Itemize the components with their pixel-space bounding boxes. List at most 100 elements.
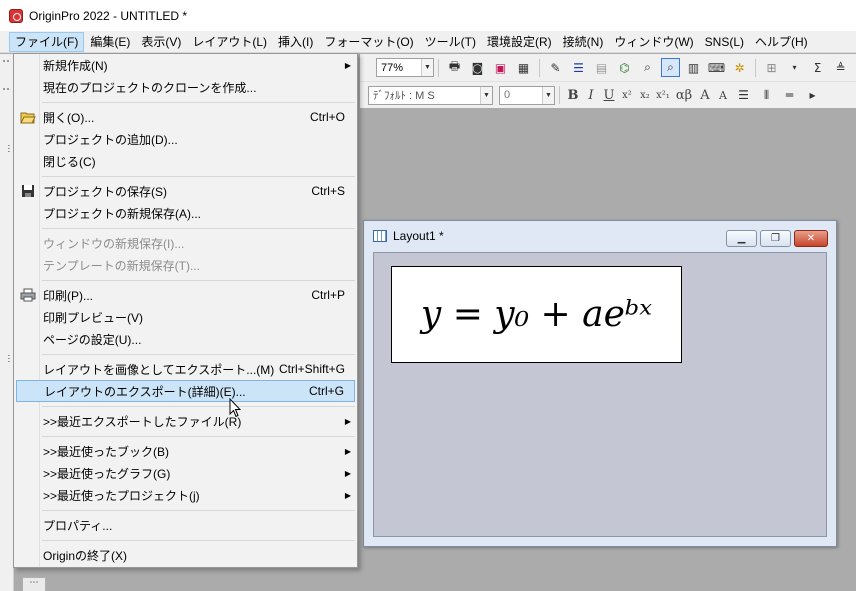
- layout-canvas[interactable]: y = y₀ + aeᵇˣ: [373, 252, 827, 537]
- menu-item-open[interactable]: 開く(O)... Ctrl+O: [16, 106, 355, 128]
- menu-item-clone-project[interactable]: 現在のプロジェクトのクローンを作成...: [16, 76, 355, 98]
- menu-separator: [42, 510, 355, 511]
- menu-item-print-preview[interactable]: 印刷プレビュー(V): [16, 306, 355, 328]
- menu-item-close[interactable]: 閉じる(C): [16, 150, 355, 172]
- menu-separator: [42, 102, 355, 103]
- hierarchy-icon[interactable]: ⌬: [615, 58, 634, 77]
- menu-bar: ファイル(F) 編集(E) 表示(V) レイアウト(L) 挿入(I) フォーマッ…: [0, 31, 856, 53]
- chevron-down-icon[interactable]: ▼: [542, 86, 554, 104]
- layout-window[interactable]: Layout1 * ▁ ❐ ✕ y = y₀ + aeᵇˣ: [363, 220, 837, 547]
- menu-item-save-window-as[interactable]: ウィンドウの新規保存(I)...: [16, 232, 355, 254]
- layout-window-title-bar[interactable]: Layout1 * ▁ ❐ ✕: [364, 221, 836, 251]
- menu-insert[interactable]: 挿入(I): [273, 32, 318, 52]
- menu-item-save-project[interactable]: プロジェクトの保存(S) Ctrl+S: [16, 180, 355, 202]
- menu-item-recent-projects[interactable]: >>最近使ったプロジェクト(j) ▶: [16, 484, 355, 506]
- menu-item-properties[interactable]: プロパティ...: [16, 514, 355, 536]
- menu-preferences[interactable]: 環境設定(R): [482, 32, 557, 52]
- restore-icon: ❐: [771, 233, 780, 244]
- film-icon[interactable]: ▦: [514, 58, 533, 77]
- grid-icon[interactable]: ▤: [592, 58, 611, 77]
- menu-item-label: ウィンドウの新規保存(I)...: [43, 236, 185, 251]
- menu-item-label: Originの終了(X): [43, 548, 128, 563]
- refresh-icon[interactable]: ◙: [468, 58, 487, 77]
- toolbar-overflow-icon[interactable]: ▾: [785, 58, 804, 77]
- pattern-icon[interactable]: ⦀: [757, 86, 776, 105]
- menu-window[interactable]: ウィンドウ(W): [609, 32, 698, 52]
- menu-item-print[interactable]: 印刷(P)... Ctrl+P: [16, 284, 355, 306]
- layout-window-icon: [373, 230, 387, 242]
- dock-grip[interactable]: [3, 60, 11, 62]
- menu-format[interactable]: フォーマット(O): [319, 32, 418, 52]
- menu-sns[interactable]: SNS(L): [700, 32, 749, 52]
- dock-grip[interactable]: [3, 88, 11, 90]
- menu-item-new[interactable]: 新規作成(N) ▶: [16, 54, 355, 76]
- menu-item-recent-books[interactable]: >>最近使ったブック(B) ▶: [16, 440, 355, 462]
- increase-font-button[interactable]: A: [697, 86, 713, 105]
- statistics-icon[interactable]: ≜: [831, 58, 850, 77]
- script-icon[interactable]: ⌨: [707, 58, 726, 77]
- gear-icon[interactable]: ✲: [730, 58, 749, 77]
- menu-layout[interactable]: レイアウト(L): [187, 32, 272, 52]
- save-icon: [19, 182, 37, 200]
- toolbar-separator: [559, 86, 560, 104]
- menu-item-page-setup[interactable]: ページの設定(U)...: [16, 328, 355, 350]
- app-title-bar: OriginPro 2022 - UNTITLED *: [0, 0, 856, 31]
- chevron-down-icon[interactable]: ▼: [480, 86, 492, 104]
- font-size-combo[interactable]: 0 ▼: [499, 85, 555, 105]
- greek-button[interactable]: αβ: [673, 86, 695, 105]
- menu-connectivity[interactable]: 接続(N): [558, 32, 609, 52]
- menu-separator: [42, 406, 355, 407]
- menu-view[interactable]: 表示(V): [136, 32, 186, 52]
- export-image-icon[interactable]: ▣: [491, 58, 510, 77]
- align-icon[interactable]: ☰: [734, 86, 753, 105]
- dock-tab[interactable]: ⋯: [1, 144, 13, 324]
- chevron-down-icon[interactable]: ▼: [421, 59, 433, 76]
- magnify-icon[interactable]: ⌕: [638, 58, 657, 77]
- decrease-font-button[interactable]: A: [715, 86, 731, 105]
- rows-icon[interactable]: ☰: [569, 58, 588, 77]
- menu-item-shortcut: Ctrl+P: [311, 288, 345, 302]
- menu-item-recent-exports[interactable]: >>最近エクスポートしたファイル(R) ▶: [16, 410, 355, 432]
- zoom-value: 77%: [381, 61, 404, 74]
- menu-item-label: ページの設定(U)...: [43, 332, 142, 347]
- bold-button[interactable]: B: [565, 86, 581, 105]
- menu-item-export-layout-as-image[interactable]: レイアウトを画像としてエクスポート...(M) Ctrl+Shift+G: [16, 358, 355, 380]
- print-icon[interactable]: 🖶: [445, 58, 464, 77]
- menu-tools[interactable]: ツール(T): [420, 32, 481, 52]
- menu-item-append-project[interactable]: プロジェクトの追加(D)...: [16, 128, 355, 150]
- menu-item-export-layout-advanced[interactable]: レイアウトのエクスポート(詳細)(E)... Ctrl+G: [16, 380, 355, 402]
- italic-button[interactable]: I: [583, 86, 599, 105]
- menu-item-save-template-as[interactable]: テンプレートの新規保存(T)...: [16, 254, 355, 276]
- menu-item-label: >>最近使ったグラフ(G): [43, 466, 171, 481]
- zoom-combo[interactable]: 77% ▼: [376, 58, 434, 77]
- underline-button[interactable]: U: [601, 86, 617, 105]
- menu-item-recent-graphs[interactable]: >>最近使ったグラフ(G) ▶: [16, 462, 355, 484]
- subscript-button[interactable]: x₂: [637, 86, 653, 105]
- menu-item-save-project-as[interactable]: プロジェクトの新規保存(A)...: [16, 202, 355, 224]
- menu-item-exit[interactable]: Originの終了(X): [16, 544, 355, 566]
- table-icon[interactable]: ▥: [684, 58, 703, 77]
- add-column-icon[interactable]: ⊞: [762, 58, 781, 77]
- menu-help[interactable]: ヘルプ(H): [750, 32, 813, 52]
- sum-icon[interactable]: Σ: [808, 58, 827, 77]
- supersubscript-button[interactable]: x²₁: [655, 86, 671, 105]
- font-combo[interactable]: ﾃﾞﾌｫﾙﾄ : M S ▼: [368, 85, 493, 105]
- minimize-button[interactable]: ▁: [726, 230, 757, 247]
- font-size-value: 0: [504, 89, 511, 101]
- menu-edit[interactable]: 編集(E): [85, 32, 135, 52]
- format-toolbar: ﾃﾞﾌｫﾙﾄ : M S ▼ 0 ▼ B I U x² x₂ x²₁ αβ A …: [360, 82, 856, 108]
- color-icon[interactable]: ▸: [803, 86, 822, 105]
- menu-file[interactable]: ファイル(F): [9, 31, 85, 52]
- superscript-button[interactable]: x²: [619, 86, 635, 105]
- notes-icon[interactable]: ✎: [546, 58, 565, 77]
- close-button[interactable]: ✕: [794, 230, 828, 247]
- equation-object[interactable]: y = y₀ + aeᵇˣ: [391, 266, 682, 363]
- toolbar-separator: [438, 58, 439, 77]
- minimized-window-stub[interactable]: ⋯: [22, 577, 46, 591]
- open-folder-icon: [19, 108, 37, 126]
- menu-item-label: テンプレートの新規保存(T)...: [43, 258, 200, 273]
- zoom-tool-icon[interactable]: ⌕: [661, 58, 680, 77]
- restore-button[interactable]: ❐: [760, 230, 791, 247]
- line-style-icon[interactable]: ═: [780, 86, 799, 105]
- dock-tab[interactable]: ⋯: [1, 354, 13, 554]
